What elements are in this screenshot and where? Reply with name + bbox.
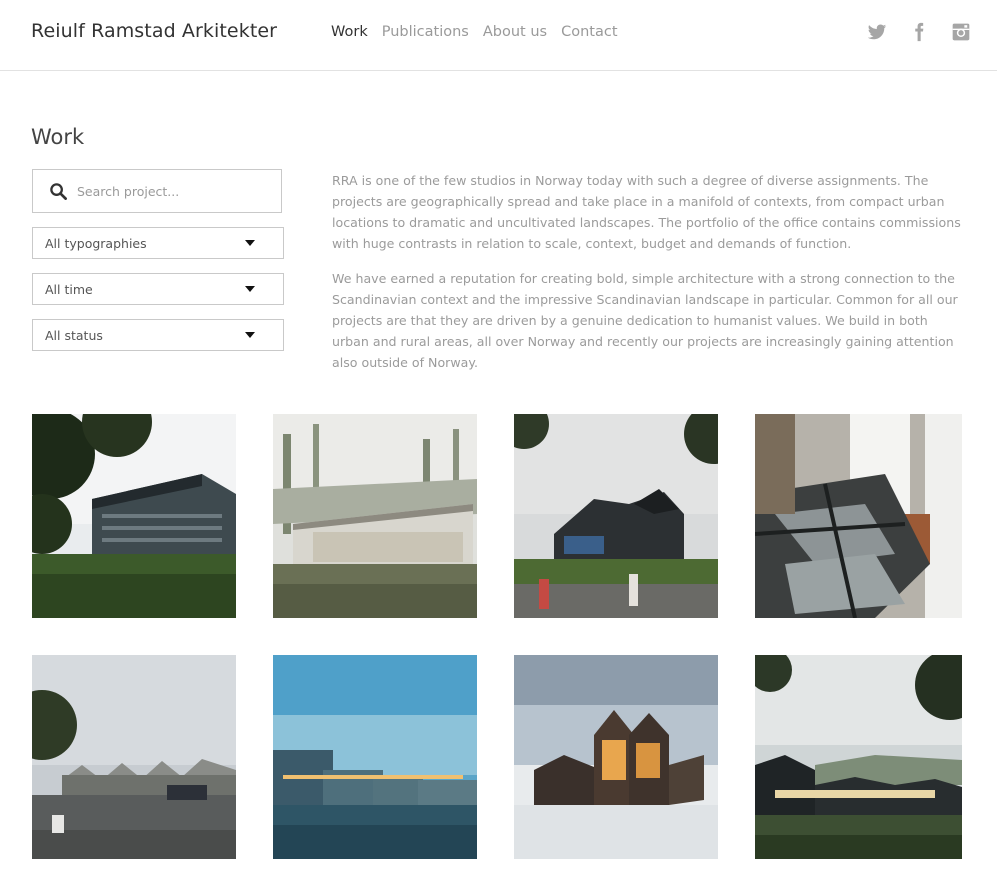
page-title: Work [31,125,85,149]
project-image [755,414,962,618]
typography-select[interactable]: All typographies [32,227,284,259]
social-links [867,22,971,42]
project-thumbnail[interactable] [514,655,718,859]
project-image [514,414,718,618]
main-nav: Work Publications About us Contact [331,24,618,40]
project-image [273,655,477,859]
time-select-label: All time [45,282,93,297]
nav-item-about-us[interactable]: About us [483,24,547,40]
project-thumbnail[interactable] [755,655,962,859]
project-image [32,655,236,859]
nav-item-contact[interactable]: Contact [561,24,617,40]
project-image [273,414,477,618]
project-thumbnail[interactable] [273,414,477,618]
site-logo[interactable]: Reiulf Ramstad Arkitekter [31,20,277,42]
caret-down-icon [245,240,255,246]
project-image [514,655,718,859]
facebook-icon[interactable] [909,22,929,42]
search-input[interactable] [77,170,277,212]
intro-text: RRA is one of the few studios in Norway … [332,170,962,387]
project-thumbnail[interactable] [273,655,477,859]
intro-paragraph: RRA is one of the few studios in Norway … [332,173,961,251]
caret-down-icon [245,286,255,292]
project-image [32,414,236,618]
status-select[interactable]: All status [32,319,284,351]
nav-item-publications[interactable]: Publications [382,24,469,40]
typography-select-label: All typographies [45,236,147,251]
caret-down-icon [245,332,255,338]
search-icon [50,183,67,200]
project-thumbnail[interactable] [755,414,962,618]
search-box [32,169,282,213]
project-thumbnail[interactable] [32,414,236,618]
site-header: Reiulf Ramstad Arkitekter Work Publicati… [0,0,997,71]
twitter-icon[interactable] [867,22,887,42]
nav-item-work[interactable]: Work [331,24,368,40]
project-thumbnail[interactable] [514,414,718,618]
project-thumbnail[interactable] [32,655,236,859]
time-select[interactable]: All time [32,273,284,305]
status-select-label: All status [45,328,103,343]
instagram-icon[interactable] [951,22,971,42]
project-image [755,655,962,859]
intro-paragraph: We have earned a reputation for creating… [332,271,958,370]
